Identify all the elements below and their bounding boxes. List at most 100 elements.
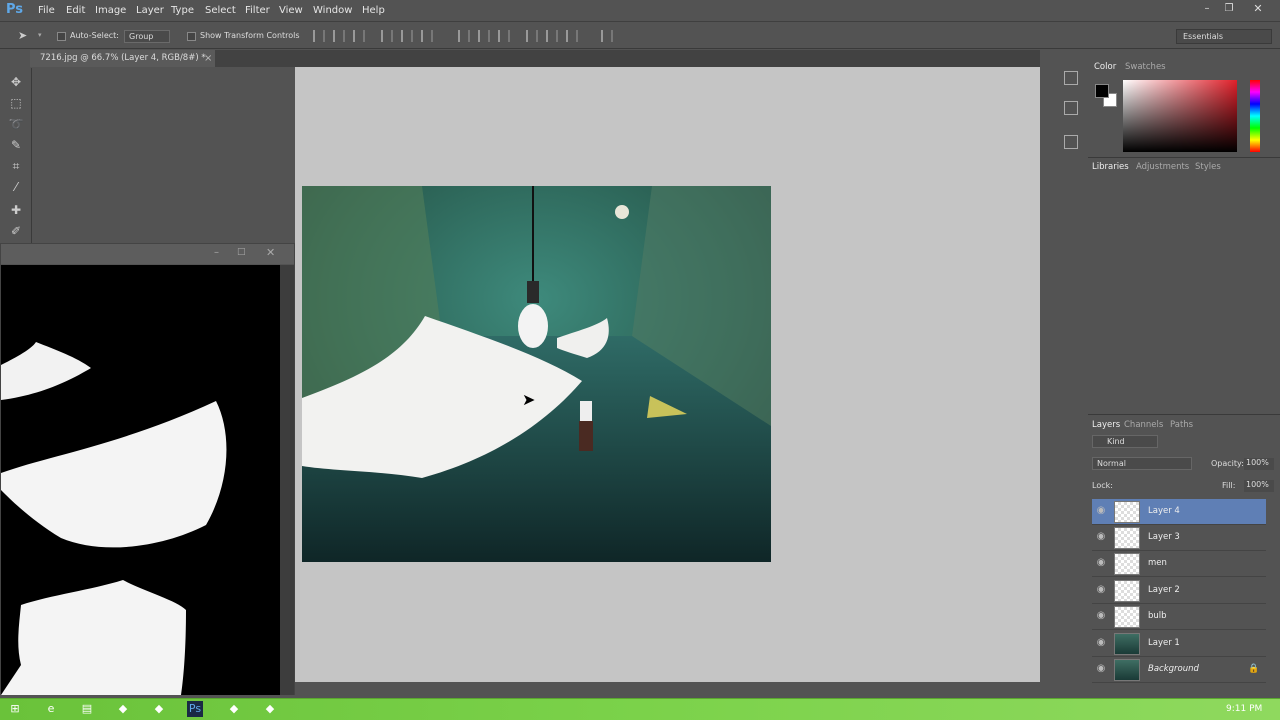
lock-label: Lock: [1092, 481, 1113, 490]
horizontal-scrollbar[interactable] [295, 682, 1040, 692]
menu-select[interactable]: Select [205, 5, 236, 16]
layer-row[interactable]: ◉ men [1092, 551, 1266, 577]
workspace-dropdown[interactable]: Essentials [1176, 29, 1272, 44]
app-icon[interactable]: ◆ [115, 701, 131, 717]
quick-select-icon[interactable]: ✎ [8, 137, 24, 153]
layer-row[interactable]: ◉ Layer 4 [1092, 499, 1266, 525]
marquee-icon[interactable]: ⬚ [8, 95, 24, 111]
distribute-right-icon[interactable] [566, 30, 578, 42]
eye-icon[interactable]: ◉ [1094, 610, 1108, 624]
auto-align-icon[interactable] [601, 30, 613, 42]
eye-icon[interactable]: ◉ [1094, 584, 1108, 598]
app-icon[interactable]: ◆ [151, 701, 167, 717]
photoshop-taskbar-icon[interactable]: Ps [187, 701, 203, 717]
align-left-icon[interactable] [381, 30, 393, 42]
transform-controls-checkbox[interactable] [187, 32, 196, 41]
floating-scrollbar[interactable] [280, 265, 294, 695]
tab-libraries[interactable]: Libraries [1092, 162, 1129, 172]
menu-file[interactable]: File [38, 5, 55, 16]
floating-close-icon[interactable]: ✕ [266, 246, 275, 259]
healing-icon[interactable]: ✚ [8, 202, 24, 218]
taskbar-clock[interactable]: 9:11 PM [1226, 704, 1262, 714]
app-icon[interactable]: ◆ [226, 701, 242, 717]
explorer-icon[interactable]: ▤ [79, 701, 95, 717]
floating-window-titlebar[interactable]: – □ ✕ [1, 244, 294, 264]
layer-row[interactable]: ◉ bulb [1092, 604, 1266, 630]
tab-channels[interactable]: Channels [1124, 420, 1163, 430]
tab-adjustments[interactable]: Adjustments [1136, 162, 1189, 172]
color-spectrum[interactable] [1123, 80, 1237, 152]
crop-icon[interactable]: ⌗ [8, 158, 24, 174]
tab-styles[interactable]: Styles [1195, 162, 1221, 172]
layer-row[interactable]: ◉ Background 🔒 [1092, 657, 1266, 683]
color-panel: Color Swatches [1088, 58, 1280, 158]
lasso-icon[interactable]: ➰ [8, 116, 24, 132]
document-tab[interactable]: 7216.jpg @ 66.7% (Layer 4, RGB/8#) * [30, 50, 215, 67]
fill-input[interactable]: 100% [1244, 480, 1274, 492]
document-image[interactable] [302, 186, 771, 562]
auto-select-dropdown[interactable]: Group [124, 30, 170, 43]
layer-row[interactable]: ◉ Layer 3 [1092, 525, 1266, 551]
distribute-left-icon[interactable] [526, 30, 538, 42]
properties-panel-icon[interactable] [1064, 101, 1078, 115]
layer-row[interactable]: ◉ Layer 1 [1092, 631, 1266, 657]
tab-color[interactable]: Color [1094, 62, 1116, 72]
layer-row[interactable]: ◉ Layer 2 [1092, 578, 1266, 604]
eye-icon[interactable]: ◉ [1094, 637, 1108, 651]
floating-canvas[interactable] [1, 265, 280, 695]
windows-start-icon[interactable]: ⊞ [7, 701, 23, 717]
brush-icon[interactable]: ✐ [8, 223, 24, 239]
window-close-button[interactable]: ✕ [1250, 2, 1266, 16]
document-tab-close-icon[interactable]: × [204, 53, 212, 64]
blend-mode-dropdown[interactable]: Normal [1092, 457, 1192, 470]
brush-panel-icon[interactable] [1064, 135, 1078, 149]
floating-document-window[interactable]: – □ ✕ [0, 243, 295, 695]
tab-swatches[interactable]: Swatches [1125, 62, 1166, 72]
menu-layer[interactable]: Layer [136, 5, 164, 16]
eyedropper-icon[interactable]: ⁄ [8, 179, 24, 195]
eye-icon[interactable]: ◉ [1094, 505, 1108, 519]
foreground-color-swatch[interactable] [1095, 84, 1109, 98]
photoshop-logo: Ps [6, 2, 24, 17]
vertical-scrollbar[interactable] [1040, 67, 1052, 682]
tool-preset-chevron-icon[interactable]: ▾ [38, 31, 42, 39]
align-vcenter-icon[interactable] [333, 30, 345, 42]
floating-minimize-icon[interactable]: – [214, 247, 219, 258]
opacity-input[interactable]: 100% [1244, 458, 1274, 470]
layer-name: Layer 4 [1148, 506, 1180, 516]
window-minimize-button[interactable]: – [1200, 3, 1214, 17]
distribute-hcenter-icon[interactable] [546, 30, 558, 42]
window-maximize-button[interactable]: ❐ [1222, 3, 1236, 17]
app-icon[interactable]: ◆ [262, 701, 278, 717]
menu-view[interactable]: View [279, 5, 303, 16]
history-panel-icon[interactable] [1064, 71, 1078, 85]
layer-filter-kind[interactable]: Kind [1092, 435, 1158, 448]
align-bottom-icon[interactable] [353, 30, 365, 42]
ie-icon[interactable]: e [43, 701, 59, 717]
menu-window[interactable]: Window [313, 5, 352, 16]
align-right-icon[interactable] [421, 30, 433, 42]
align-top-icon[interactable] [313, 30, 325, 42]
eye-icon[interactable]: ◉ [1094, 557, 1108, 571]
move-tool-icon[interactable]: ➤ [18, 29, 27, 42]
align-hcenter-icon[interactable] [401, 30, 413, 42]
tab-layers[interactable]: Layers [1092, 420, 1120, 430]
floating-maximize-icon[interactable]: □ [237, 247, 246, 257]
distribute-vcenter-icon[interactable] [478, 30, 490, 42]
document-image-art [302, 186, 771, 562]
menu-image[interactable]: Image [95, 5, 126, 16]
libraries-panel: Libraries Adjustments Styles [1088, 158, 1280, 414]
move-icon[interactable]: ✥ [8, 74, 24, 90]
distribute-bottom-icon[interactable] [498, 30, 510, 42]
eye-icon[interactable]: ◉ [1094, 531, 1108, 545]
hue-slider[interactable] [1250, 80, 1260, 152]
menu-filter[interactable]: Filter [245, 5, 270, 16]
menu-help[interactable]: Help [362, 5, 385, 16]
layer-thumbnail [1114, 527, 1140, 549]
menu-edit[interactable]: Edit [66, 5, 85, 16]
eye-icon[interactable]: ◉ [1094, 663, 1108, 677]
auto-select-checkbox[interactable] [57, 32, 66, 41]
distribute-top-icon[interactable] [458, 30, 470, 42]
tab-paths[interactable]: Paths [1170, 420, 1193, 430]
menu-type[interactable]: Type [171, 5, 194, 16]
